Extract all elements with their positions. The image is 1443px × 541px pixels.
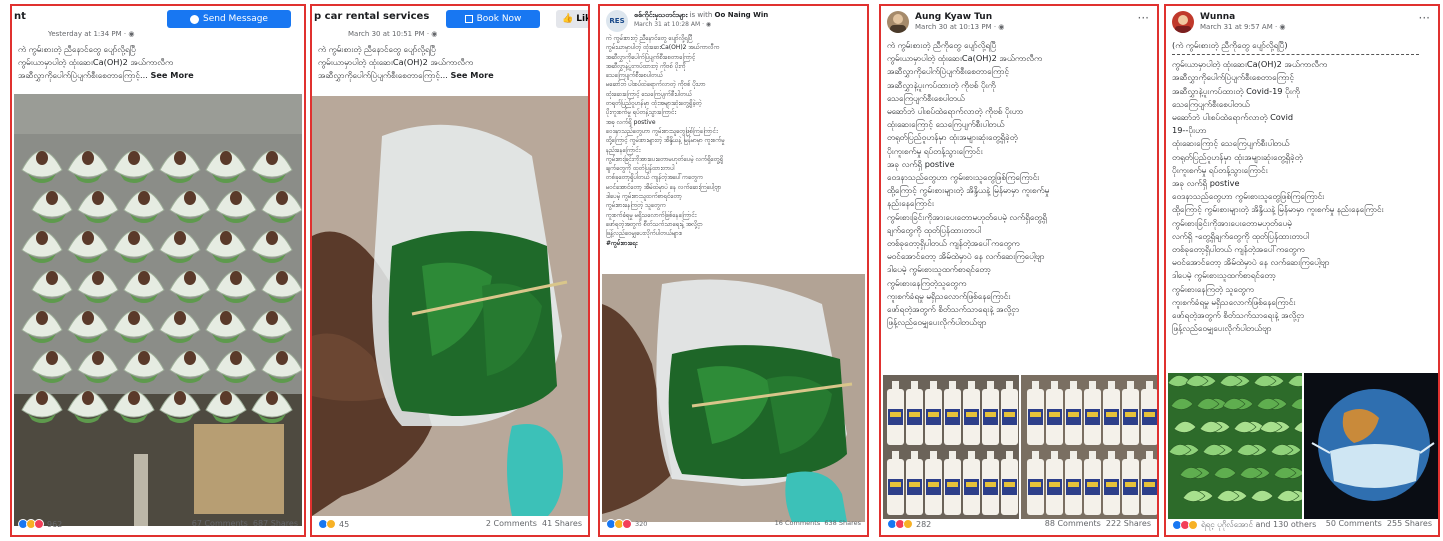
post-text: ကဲ ကွမ်းစားတဲ့ ညီနောင်တွေ ပျော်လို့ရပြီ … — [18, 44, 194, 81]
page-header-bar: nt Send Message — [12, 8, 304, 30]
reactions-summary[interactable]: ရဲရင့ ပုဂိုလ်အောင် and 130 others — [1172, 519, 1316, 531]
post-photo-betel-quids-pile[interactable] — [1168, 373, 1302, 519]
post-timestamp[interactable]: March 30 at 10:51 PM · ◉ — [348, 30, 437, 38]
post-photo-bottles-left[interactable] — [883, 375, 1019, 519]
shares-count[interactable]: 222 Shares — [1106, 519, 1151, 528]
reactions-summary[interactable]: 45 — [318, 519, 349, 529]
author-name[interactable]: Wunna — [1200, 12, 1235, 22]
post-timestamp[interactable]: March 31 at 9:57 AM · ◉ — [1200, 23, 1286, 31]
post-footer: 962 67 Comments 687 Shares — [18, 518, 298, 532]
shares-count[interactable]: 687 Shares — [253, 519, 298, 528]
post-text: ကဲ ကွမ်းစားတဲ့ ညီနောင်တွေ ပျော်လို့ရပြီ … — [606, 34, 861, 272]
comments-count[interactable]: 88 Comments — [1045, 519, 1101, 528]
page-name[interactable]: nt — [14, 11, 26, 22]
comments-count[interactable]: 67 Comments — [192, 519, 248, 528]
shares-count[interactable]: 638 Shares — [824, 519, 861, 527]
avatar[interactable] — [1172, 11, 1194, 33]
post-text: (ကဲ ကွမ်းစားတဲ့ ညီကိုတွေ ပျော်လို့ရပြီ) … — [1172, 39, 1432, 373]
haha-reaction-icon — [1188, 520, 1198, 530]
haha-reaction-icon — [903, 519, 913, 529]
betel-pile-image — [1168, 373, 1302, 519]
post-panel-3: RES စစ်ကိုင်းမှသတင်းများ is with Oo Nain… — [598, 4, 869, 537]
post-header: Aung Kyaw Tun March 30 at 10:13 PM · ◉ ·… — [887, 11, 1151, 35]
more-options-icon[interactable]: ··· — [1138, 11, 1149, 25]
post-footer: 282 88 Comments 222 Shares — [887, 518, 1151, 532]
bottles-image — [883, 375, 1019, 519]
hashtag-link[interactable]: #ကွမ်းစားရေး — [606, 239, 861, 248]
betel-pack-image — [312, 96, 588, 516]
engagement-stats: 2 Comments 41 Shares — [486, 519, 582, 528]
post-timestamp[interactable]: March 30 at 10:13 PM · ◉ — [915, 23, 1004, 31]
reactions-summary[interactable]: 320 — [606, 519, 647, 529]
post-timestamp[interactable]: Yesterday at 1:34 PM · ◉ — [48, 30, 134, 38]
engagement-stats: 50 Comments 255 Shares — [1326, 519, 1432, 528]
haha-reaction-icon — [326, 519, 336, 529]
masked-globe-image — [1304, 373, 1438, 519]
avatar[interactable] — [887, 11, 909, 33]
thumbs-up-icon: 👍 — [562, 14, 574, 24]
post-photo-bottles-right[interactable] — [1021, 375, 1157, 519]
post-photo-betel-quids[interactable] — [14, 94, 302, 526]
post-text: ကဲ ကွမ်းစားတဲ့ ညီနောင်တွေ ပျော်လို့ရပြီ … — [318, 44, 494, 81]
love-reaction-icon — [34, 519, 44, 529]
post-footer: 320 16 Comments 638 Shares — [606, 518, 861, 532]
avatar[interactable]: RES — [606, 10, 628, 32]
post-photo-betel-pack-in-hand[interactable] — [312, 96, 588, 516]
profile-photo — [890, 14, 906, 33]
globe-icon: ◉ — [431, 30, 438, 38]
engagement-stats: 88 Comments 222 Shares — [1045, 519, 1151, 528]
reactions-summary[interactable]: 282 — [887, 519, 931, 529]
post-header: Wunna March 31 at 9:57 AM · ◉ ··· — [1172, 11, 1432, 35]
globe-icon: ◉ — [1279, 23, 1286, 31]
shares-count[interactable]: 255 Shares — [1387, 519, 1432, 528]
post-header: March 30 at 10:51 PM · ◉ — [318, 30, 582, 42]
reaction-count: 962 — [47, 519, 63, 529]
post-photo-globe-with-mask[interactable] — [1304, 373, 1438, 519]
post-panel-1: nt Send Message Yesterday at 1:34 PM · ◉… — [10, 4, 306, 537]
author-name[interactable]: စစ်ကိုင်းမှသတင်းများ is with Oo Naing Wi… — [634, 11, 768, 21]
post-panel-4: Aung Kyaw Tun March 30 at 10:13 PM · ◉ ·… — [879, 4, 1159, 537]
betel-leaf-image — [14, 94, 302, 526]
calendar-icon — [464, 15, 473, 23]
post-photo-betel-pack[interactable] — [602, 274, 865, 522]
like-page-button[interactable]: 👍 Like — [556, 10, 588, 28]
page-name[interactable]: p car rental services — [314, 11, 429, 22]
page-header-bar: p car rental services Book Now 👍 Like — [312, 8, 588, 30]
post-timestamp[interactable]: March 31 at 10:28 AM · ◉ — [634, 21, 711, 28]
comments-count[interactable]: 2 Comments — [486, 519, 537, 528]
divider — [1172, 54, 1419, 56]
more-options-icon[interactable]: ··· — [1419, 11, 1430, 25]
shares-count[interactable]: 41 Shares — [542, 519, 582, 528]
messenger-icon — [190, 14, 199, 24]
post-panel-5: Wunna March 31 at 9:57 AM · ◉ ··· (ကဲ ကွ… — [1164, 4, 1440, 537]
post-header: RES စစ်ကိုင်းမှသတင်းများ is with Oo Nain… — [606, 10, 861, 34]
engagement-stats: 67 Comments 687 Shares — [192, 519, 298, 528]
globe-icon: ◉ — [705, 21, 712, 28]
book-now-button[interactable]: Book Now — [446, 10, 540, 28]
love-reaction-icon — [622, 519, 632, 529]
post-footer: ရဲရင့ ပုဂိုလ်အောင် and 130 others 50 Com… — [1172, 518, 1432, 532]
see-more-link[interactable]: See More — [450, 70, 493, 80]
post-header: Yesterday at 1:34 PM · ◉ — [18, 30, 298, 42]
profile-photo — [1175, 15, 1191, 33]
globe-icon: ◉ — [128, 30, 135, 38]
reaction-count: 320 — [635, 520, 648, 528]
reaction-count: 282 — [916, 519, 932, 529]
author-name[interactable]: Aung Kyaw Tun — [915, 12, 992, 22]
post-text: ကဲ ကွမ်းစားတဲ့ ညီကိုတွေ ပျော်လို့ရပြီ ကွ… — [887, 40, 1050, 328]
post-panel-2: p car rental services Book Now 👍 Like Ma… — [310, 4, 590, 537]
see-more-link[interactable]: See More — [150, 70, 193, 80]
comments-count[interactable]: 16 Comments — [775, 519, 821, 527]
reaction-count: ရဲရင့ ပုဂိုလ်အောင် and 130 others — [1201, 520, 1317, 529]
reaction-count: 45 — [339, 519, 350, 529]
reactions-summary[interactable]: 962 — [18, 519, 62, 529]
betel-pack-image — [602, 274, 865, 522]
send-message-button[interactable]: Send Message — [167, 10, 291, 28]
engagement-stats: 16 Comments 638 Shares — [775, 519, 861, 527]
bottles-image — [1021, 375, 1157, 519]
post-footer: 45 2 Comments 41 Shares — [318, 518, 582, 532]
globe-icon: ◉ — [998, 23, 1005, 31]
comments-count[interactable]: 50 Comments — [1326, 519, 1382, 528]
